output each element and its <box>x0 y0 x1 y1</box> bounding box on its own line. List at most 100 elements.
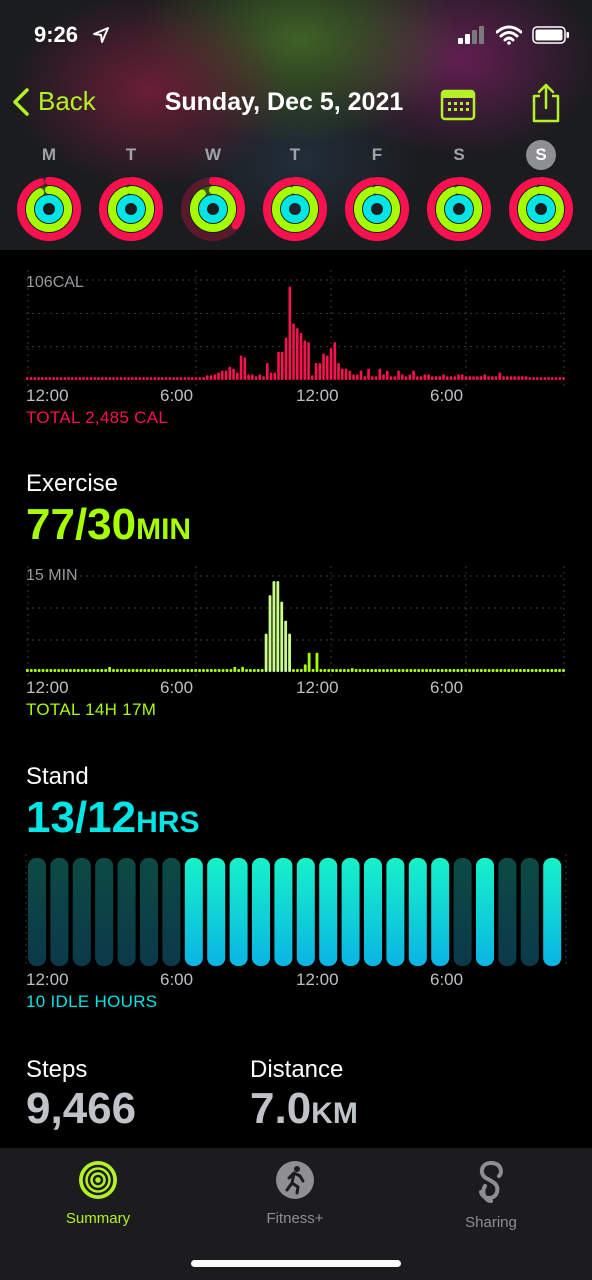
move-bar <box>494 376 498 380</box>
move-bar <box>179 377 183 380</box>
move-bar <box>453 376 457 380</box>
exercise-bar <box>483 669 487 672</box>
stand-value: 13/12HRS <box>26 793 199 843</box>
move-bar <box>213 374 217 380</box>
move-bar <box>97 377 100 380</box>
exercise-bar <box>108 666 111 672</box>
move-bar <box>296 328 299 380</box>
move-bar <box>412 370 415 380</box>
move-bar <box>299 332 303 380</box>
move-bar <box>104 377 108 380</box>
exercise-bar <box>491 669 495 672</box>
day-0[interactable]: M <box>15 140 83 242</box>
move-bar <box>543 377 547 380</box>
exercise-bar <box>241 666 245 672</box>
move-bar <box>457 374 460 380</box>
move-bar <box>401 374 404 380</box>
move-bar <box>329 347 333 380</box>
stand-hour-bar <box>252 858 270 966</box>
exercise-top-label: 15 MIN <box>26 567 78 584</box>
exercise-bar <box>299 669 303 672</box>
move-bar <box>93 377 97 380</box>
move-bar <box>326 355 329 380</box>
exercise-bar <box>378 669 381 672</box>
move-bar <box>78 377 82 380</box>
move-bar <box>311 375 314 380</box>
day-letter: S <box>453 145 465 164</box>
move-bar <box>172 377 175 380</box>
move-bar <box>547 377 550 380</box>
move-bar <box>146 377 149 380</box>
move-bar <box>303 340 307 380</box>
move-bar <box>487 376 490 380</box>
exercise-bar <box>460 669 464 672</box>
move-bar <box>59 377 63 380</box>
exercise-bar <box>429 669 432 672</box>
exercise-bar <box>76 669 80 672</box>
exercise-bar <box>131 669 135 672</box>
move-bar <box>539 377 543 380</box>
exercise-bar <box>135 669 139 672</box>
move-tick-3: 6:00 <box>430 386 464 405</box>
exercise-bar <box>323 669 327 672</box>
move-bar <box>157 377 160 380</box>
activity-rings-icon <box>79 1161 117 1199</box>
stand-hour-bar <box>319 858 338 966</box>
move-bar <box>532 377 535 380</box>
move-bar <box>243 357 247 380</box>
exercise-bar <box>303 664 307 672</box>
exercise-bar <box>495 669 499 672</box>
exercise-bar <box>311 669 315 672</box>
day-2[interactable]: W <box>179 140 247 242</box>
move-bar <box>352 374 355 380</box>
move-bar <box>89 377 93 380</box>
move-bar <box>228 366 232 380</box>
exercise-bar <box>49 669 53 672</box>
exercise-bar <box>562 669 565 672</box>
tab-sharing[interactable]: Sharing <box>426 1160 556 1231</box>
exercise-bar <box>57 669 61 672</box>
move-bar <box>374 376 378 380</box>
exercise-bar <box>37 669 41 672</box>
exercise-bar <box>61 669 65 672</box>
header: 9:26 Back Sunday, Dec 5, 2021 M T W T F … <box>0 0 592 250</box>
exercise-bar <box>69 669 72 672</box>
exercise-tick-2: 12:00 <box>296 678 339 697</box>
day-3[interactable]: T <box>261 140 329 242</box>
move-bar <box>434 376 438 380</box>
exercise-bar <box>452 669 456 672</box>
calendar-icon[interactable] <box>440 86 476 122</box>
exercise-bar <box>362 669 366 672</box>
move-chart-plot <box>26 270 566 390</box>
tab-summary[interactable]: Summary <box>33 1160 163 1227</box>
move-bar <box>262 376 265 380</box>
activity-ring-icon <box>427 177 491 241</box>
steps-value: 9,466 <box>26 1084 137 1133</box>
move-bar <box>123 377 127 380</box>
move-bar <box>318 363 322 380</box>
exercise-bar <box>96 669 100 672</box>
day-1[interactable]: T <box>97 140 165 242</box>
move-bar <box>101 377 104 380</box>
exercise-bar <box>268 595 272 672</box>
stand-hour-bar <box>162 858 181 966</box>
exercise-bar <box>65 669 68 672</box>
move-bar <box>378 368 382 380</box>
move-bar <box>281 351 284 380</box>
move-bar <box>191 377 194 380</box>
activity-ring-icon <box>509 177 573 241</box>
exercise-bar <box>468 669 471 672</box>
day-4[interactable]: F <box>343 140 411 242</box>
exercise-bar <box>550 669 554 672</box>
move-bar <box>551 377 554 380</box>
day-5[interactable]: S <box>425 140 493 242</box>
exercise-bar <box>100 669 104 672</box>
cellular-signal-icon <box>458 26 484 44</box>
stand-hour-bar <box>117 858 136 966</box>
exercise-bar <box>393 669 397 672</box>
move-bar <box>232 368 235 380</box>
move-bar <box>217 372 220 380</box>
share-icon[interactable] <box>528 82 564 124</box>
day-6[interactable]: S <box>507 140 575 242</box>
tab-fitness-plus[interactable]: Fitness+ <box>230 1160 360 1227</box>
